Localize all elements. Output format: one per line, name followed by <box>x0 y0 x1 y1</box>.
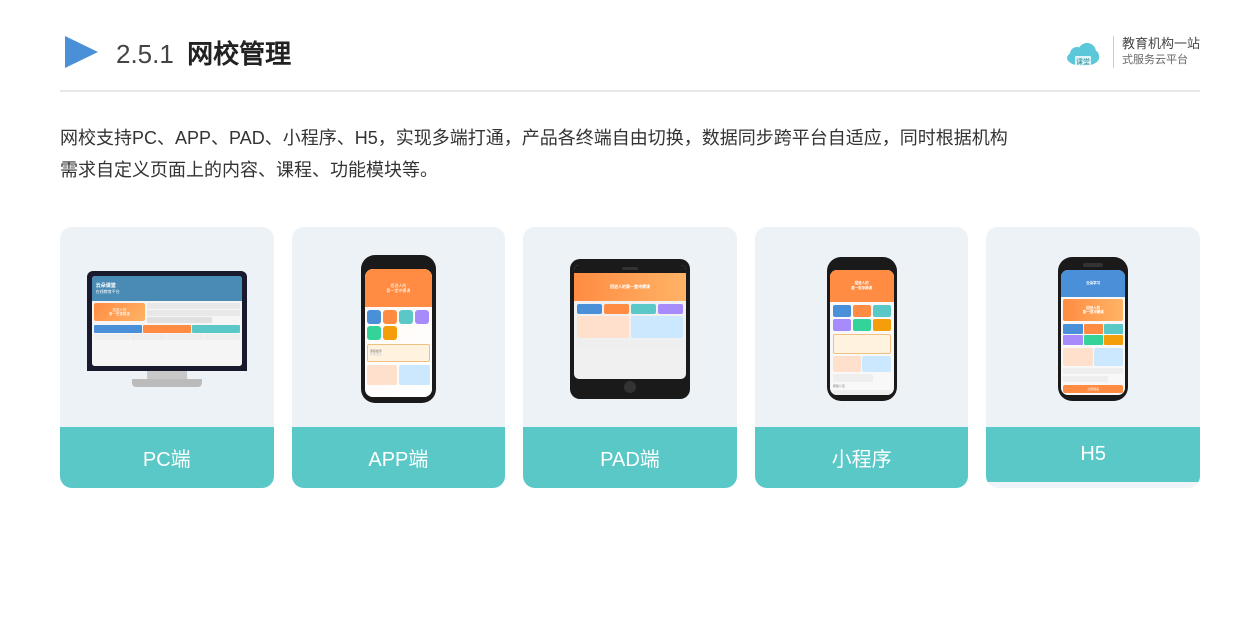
page-header: 2.5.1 网校管理 课堂 教育机构一站 式服务云平台 <box>60 30 1200 92</box>
card-pc-label: PC端 <box>143 449 191 471</box>
pad-tablet-mockup: 招进人的第一堂冲模课 <box>570 259 690 399</box>
card-h5-label: H5 <box>1080 443 1106 465</box>
card-pc-label-area: PC端 <box>60 427 274 488</box>
card-h5-image: 云朵学习 招进人的第一堂冲模课 <box>986 227 1200 427</box>
page-wrapper: 2.5.1 网校管理 课堂 教育机构一站 式服务云平台 网校支持PC、 <box>0 0 1260 630</box>
card-app-label-area: APP端 <box>292 427 506 488</box>
miniprogram-phone-mockup: 招进人的第一堂冲模课 <box>827 257 897 401</box>
pc-mockup: 云朵课堂 在线教育平台 招进人的第一堂课模课 <box>87 271 247 387</box>
card-pc: 云朵课堂 在线教育平台 招进人的第一堂课模课 <box>60 227 274 488</box>
card-pad-image: 招进人的第一堂冲模课 <box>523 227 737 427</box>
device-cards-row: 云朵课堂 在线教育平台 招进人的第一堂课模课 <box>60 227 1200 488</box>
card-miniprogram-image: 招进人的第一堂冲模课 <box>755 227 969 427</box>
card-pad-label: PAD端 <box>600 449 660 471</box>
card-pad: 招进人的第一堂冲模课 <box>523 227 737 488</box>
logo-text: 教育机构一站 式服务云平台 <box>1113 36 1200 67</box>
svg-text:课堂: 课堂 <box>1076 57 1090 66</box>
card-pc-image: 云朵课堂 在线教育平台 招进人的第一堂课模课 <box>60 227 274 427</box>
card-miniprogram-label: 小程序 <box>832 449 892 471</box>
card-app-label: APP端 <box>368 449 428 471</box>
logo-cloud-icon: 课堂 <box>1061 30 1105 74</box>
logo-area: 课堂 教育机构一站 式服务云平台 <box>1061 30 1200 74</box>
h5-phone-mockup: 云朵学习 招进人的第一堂冲模课 <box>1058 257 1128 401</box>
header-left: 2.5.1 网校管理 <box>60 32 291 72</box>
page-description: 网校支持PC、APP、PAD、小程序、H5，实现多端打通，产品各终端自由切换，数… <box>60 122 1200 187</box>
card-h5-label-area: H5 <box>986 427 1200 482</box>
play-icon <box>60 32 100 72</box>
card-miniprogram-label-area: 小程序 <box>755 427 969 488</box>
app-phone-mockup: 招进人的第一堂冲模课 课程推荐查看更多 <box>361 255 436 403</box>
card-pad-label-area: PAD端 <box>523 427 737 488</box>
card-miniprogram: 招进人的第一堂冲模课 <box>755 227 969 488</box>
page-title: 2.5.1 网校管理 <box>116 34 291 71</box>
card-app: 招进人的第一堂冲模课 课程推荐查看更多 <box>292 227 506 488</box>
card-h5: 云朵学习 招进人的第一堂冲模课 <box>986 227 1200 488</box>
card-app-image: 招进人的第一堂冲模课 课程推荐查看更多 <box>292 227 506 427</box>
